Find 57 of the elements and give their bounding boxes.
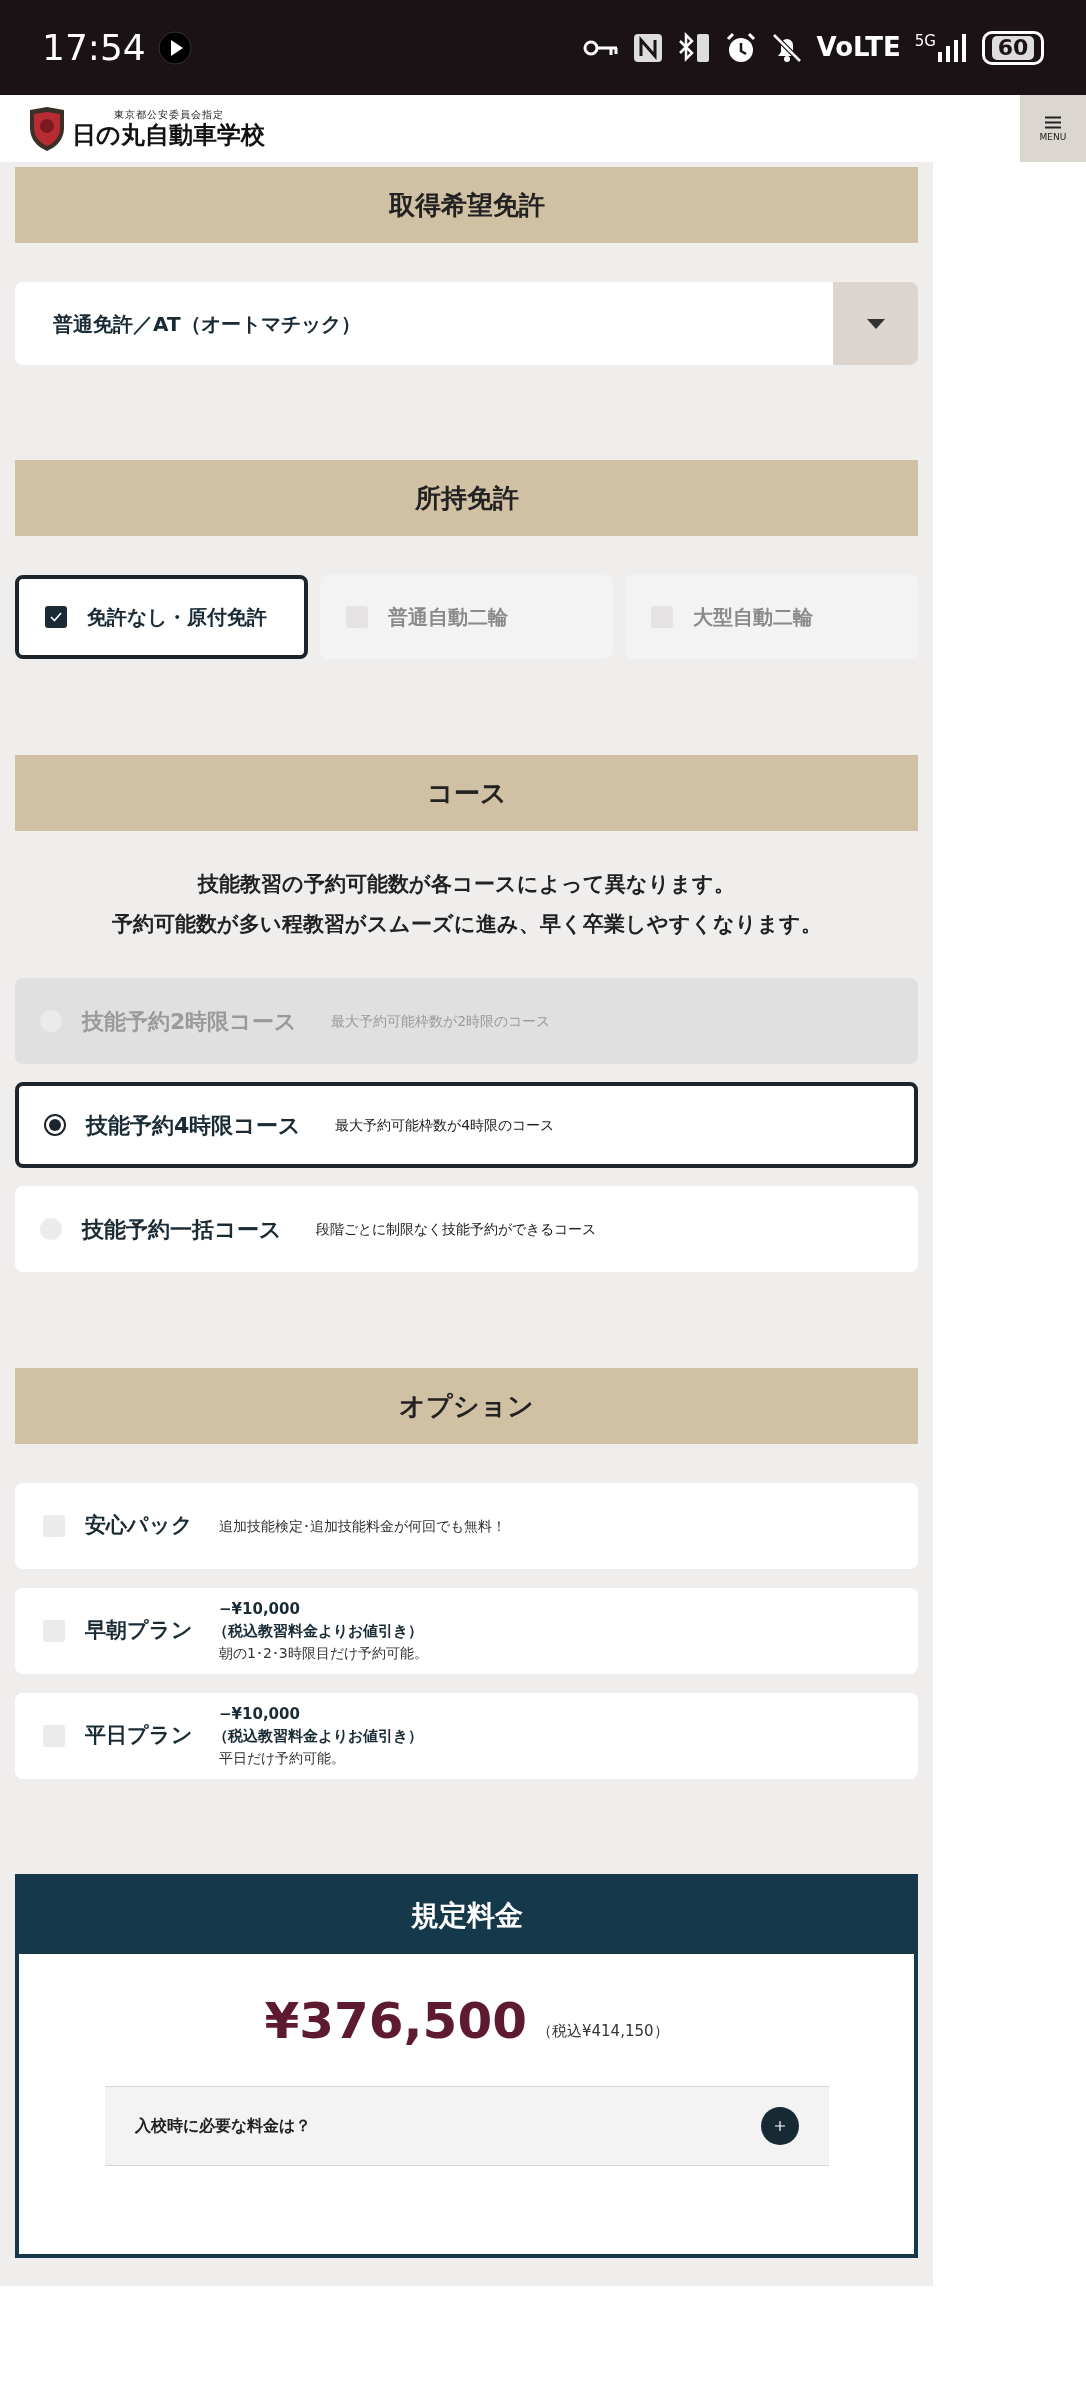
course-note: 最大予約可能枠数が4時限のコース [335, 1115, 555, 1135]
option-detail: 平日だけ予約可能。 [219, 1749, 346, 1768]
option-detail: 朝の1･2･3時限目だけ予約可能。 [219, 1644, 428, 1663]
course-note: 最大予約可能枠数が2時限のコース [331, 1011, 551, 1031]
section-heading: コース [15, 755, 918, 831]
description-text: 技能教習の予約可能数が各コースによって異なります。 [198, 871, 735, 898]
discount-note: （税込教習料金よりお値引き） [213, 1726, 423, 1747]
bluetooth-battery-icon [676, 31, 711, 64]
course-option[interactable]: 技能予約4時限コース 最大予約可能枠数が4時限のコース [15, 1082, 918, 1168]
shield-logo-icon [28, 105, 66, 152]
section-heading: 取得希望免許 [15, 167, 918, 243]
course-name: 技能予約4時限コース [86, 1111, 302, 1140]
discount-note: （税込教習料金よりお値引き） [213, 1621, 424, 1642]
course-name: 技能予約2時限コース [82, 1007, 298, 1036]
description-text: 予約可能数が多い程教習がスムーズに進み、早く卒業しやすくなります。 [111, 910, 822, 938]
discount-amount: −¥10,000 [219, 1599, 301, 1620]
section-heading: 所持免許 [15, 460, 918, 536]
fee-heading: 規定料金 [19, 1878, 914, 1954]
faq-accordion[interactable]: 入校時に必要な料金は？ [104, 2086, 829, 2166]
discount-amount: −¥10,000 [219, 1704, 301, 1725]
license-select[interactable]: 普通免許／AT（オートマチック） [15, 282, 918, 365]
radio-button[interactable] [44, 1114, 66, 1136]
option-name: 平日プラン [85, 1722, 194, 1750]
option-label: 免許なし・原付免許 [87, 604, 267, 631]
logo-caption: 東京都公安委員会指定 [113, 110, 224, 120]
option-label: 大型自動二輪 [693, 604, 813, 631]
option-name: 安心パック [85, 1512, 194, 1540]
clock: 17:54 [42, 25, 146, 70]
section-heading: オプション [15, 1368, 918, 1444]
play-icon [157, 30, 192, 65]
license-option[interactable]: 免許なし・原付免許 [15, 575, 308, 659]
network-label: VoLTE [816, 31, 901, 64]
muted-bell-icon [770, 31, 803, 64]
course-option[interactable]: 技能予約一括コース 段階ごとに制限なく技能予約ができるコース [15, 1186, 918, 1272]
option-card[interactable]: 早朝プラン −¥10,000 （税込教習料金よりお値引き） 朝の1･2･3時限目だけ予約可能。 [15, 1588, 918, 1674]
menu-icon [1045, 115, 1061, 129]
option-detail: 追加技能検定･追加技能料金が何回でも無料！ [219, 1517, 506, 1536]
fee-price: ¥376,500 [264, 1996, 527, 2046]
course-note: 段階ごとに制限なく技能予約ができるコース [316, 1219, 596, 1239]
option-card[interactable]: 平日プラン −¥10,000 （税込教習料金よりお値引き） 平日だけ予約可能。 [15, 1693, 918, 1779]
option-name: 早朝プラン [85, 1617, 194, 1645]
option-label: 普通自動二輪 [388, 604, 508, 631]
dropdown-caret-icon [866, 318, 885, 329]
faq-question: 入校時に必要な料金は？ [134, 2115, 311, 2137]
logo-text: 日の丸自動車学校 [72, 123, 265, 147]
check-icon [50, 612, 62, 622]
menu-button[interactable]: MENU [1020, 95, 1086, 162]
tax-note: （税込¥414,150） [536, 2020, 669, 2042]
expand-icon[interactable] [760, 2107, 799, 2145]
nfc-icon [632, 32, 663, 63]
alarm-icon [724, 31, 757, 64]
course-name: 技能予約一括コース [82, 1215, 282, 1244]
network-type: 5G [914, 33, 936, 49]
checkbox[interactable] [45, 606, 67, 628]
battery-level: 60 [991, 35, 1035, 60]
signal-icon [938, 33, 968, 62]
option-card[interactable]: 安心パック 追加技能検定･追加技能料金が何回でも無料！ [15, 1483, 918, 1569]
